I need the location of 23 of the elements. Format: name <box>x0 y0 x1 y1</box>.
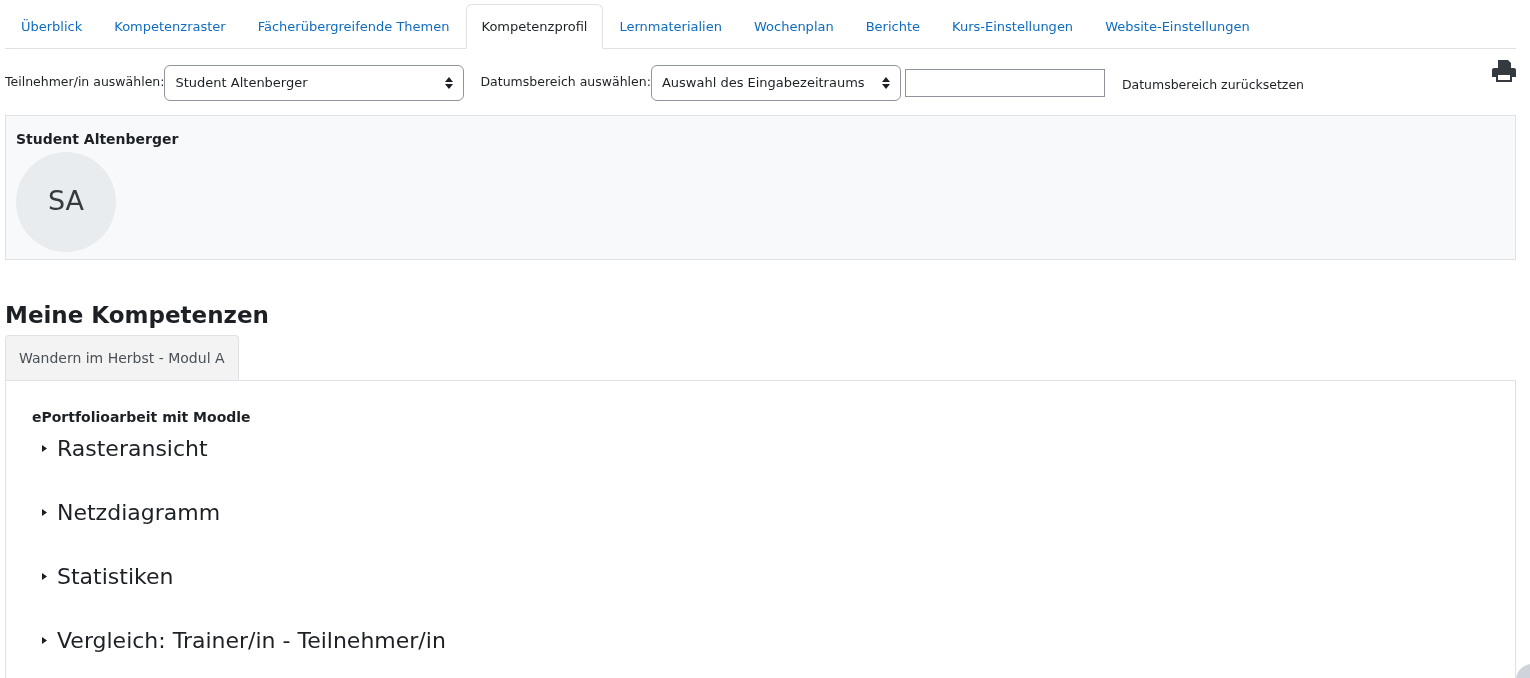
section-title: ePortfolioarbeit mit Moodle <box>32 408 252 428</box>
expandable-item[interactable]: Statistiken <box>57 559 174 593</box>
field-label: Teilnehmer/in auswählen: <box>5 73 165 92</box>
nav-tab[interactable]: Berichte <box>849 4 937 49</box>
student-name: Student Altenberger <box>16 129 180 149</box>
expandable-item[interactable]: Rasteransicht <box>57 431 208 465</box>
nav-tab[interactable]: Lernmaterialien <box>603 4 738 49</box>
date-range-select[interactable]: Auswahl des Eingabezeitraums <box>650 64 901 101</box>
reset-link[interactable]: Datumsbereich zurücksetzen <box>1121 70 1305 95</box>
nav-tab[interactable]: Wochenplan <box>737 4 850 49</box>
field-label: Datumsbereich auswählen: <box>480 73 651 92</box>
avatar: SA <box>16 151 116 252</box>
expandable-item[interactable]: Netzdiagramm <box>57 495 221 529</box>
nav-tab[interactable]: Kompetenzraster <box>98 4 242 49</box>
participant-select[interactable]: Student Altenberger <box>164 64 465 101</box>
nav-tab[interactable]: Fächerübergreifende Themen <box>241 4 466 49</box>
nav-tab[interactable]: Website-Einstellungen <box>1089 4 1266 49</box>
section-heading: Meine Kompetenzen <box>5 301 270 330</box>
nav-tab[interactable]: Überblick <box>5 4 99 49</box>
nav-tab[interactable]: Kurs-Einstellungen <box>936 4 1090 49</box>
nav-tab[interactable]: Kompetenzprofil <box>465 4 604 49</box>
expandable-item[interactable]: Vergleich: Trainer/in - Teilnehmer/in <box>57 623 446 657</box>
course-tab[interactable]: Wandern im Herbst - Modul A <box>5 335 239 381</box>
